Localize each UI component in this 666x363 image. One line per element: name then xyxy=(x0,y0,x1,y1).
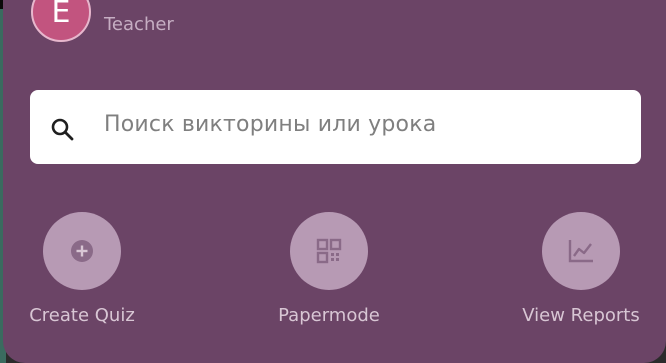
qr-code-icon xyxy=(316,238,342,264)
search-placeholder: Поиск викторины или урока xyxy=(104,112,437,137)
create-quiz-button[interactable]: Create Quiz xyxy=(0,212,172,326)
view-reports-circle xyxy=(542,212,620,290)
search-icon xyxy=(51,118,74,141)
avatar-letter: E xyxy=(51,0,71,30)
line-chart-icon xyxy=(568,240,593,263)
create-quiz-label: Create Quiz xyxy=(29,305,135,326)
view-reports-label: View Reports xyxy=(522,305,640,326)
papermode-circle xyxy=(290,212,368,290)
papermode-button[interactable]: Papermode xyxy=(239,212,419,326)
plus-circle-icon xyxy=(71,240,93,262)
create-quiz-circle xyxy=(43,212,121,290)
user-role: Teacher xyxy=(104,14,174,35)
papermode-label: Papermode xyxy=(278,305,380,326)
view-reports-button[interactable]: View Reports xyxy=(491,212,666,326)
avatar[interactable]: E xyxy=(31,0,91,42)
